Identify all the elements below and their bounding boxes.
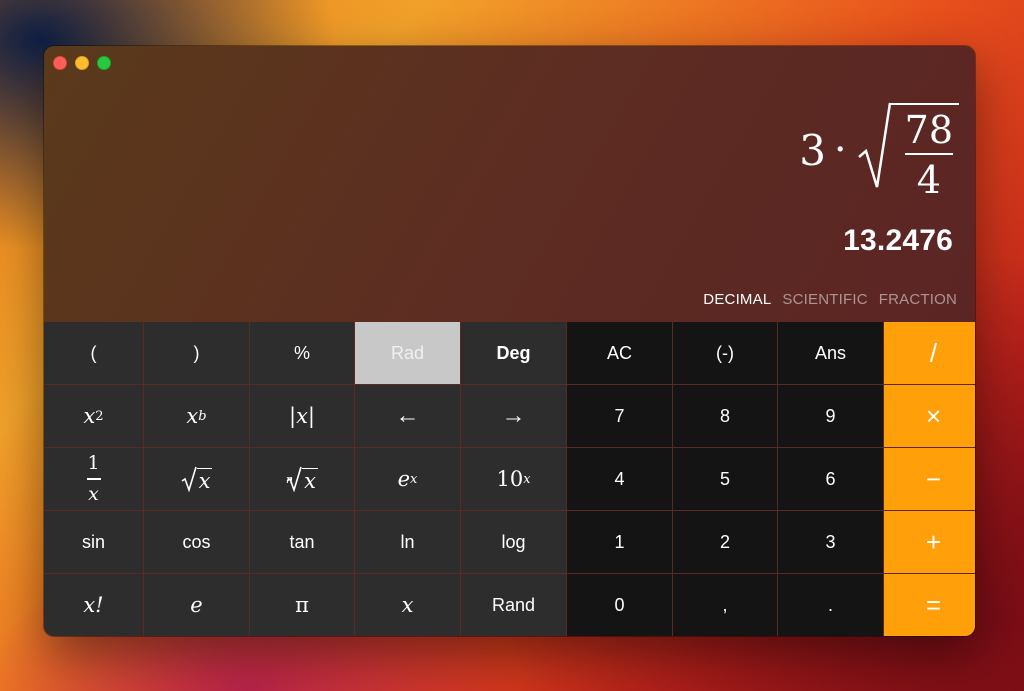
exp-key[interactable]: ex xyxy=(355,448,460,510)
digit-3-key[interactable]: 3 xyxy=(778,511,883,573)
power-base: x xyxy=(186,404,199,428)
power-key[interactable]: xb xyxy=(144,385,249,447)
power-of-ten-exponent: x xyxy=(523,471,531,487)
log-key[interactable]: log xyxy=(461,511,566,573)
result-value: 13.2476 xyxy=(843,224,953,257)
cursor-right-key[interactable]: → xyxy=(461,385,566,447)
subtract-key[interactable]: − xyxy=(884,448,975,510)
reciprocal-key[interactable]: 1 x xyxy=(44,448,143,510)
add-key[interactable]: + xyxy=(884,511,975,573)
ln-key[interactable]: ln xyxy=(355,511,460,573)
tan-key[interactable]: tan xyxy=(250,511,354,573)
absolute-value-key[interactable]: |x| xyxy=(250,385,354,447)
fraction-denominator: 4 xyxy=(916,158,941,202)
euler-constant-key[interactable]: e xyxy=(144,574,249,636)
equals-key[interactable]: = xyxy=(884,574,975,636)
percent-key[interactable]: % xyxy=(250,322,354,384)
expression-operator: · xyxy=(833,127,847,173)
rand-key[interactable]: Rand xyxy=(461,574,566,636)
reciprocal-fraction: 1 x xyxy=(86,452,101,505)
decimal-point-key[interactable]: . xyxy=(778,574,883,636)
calculator-display: 3 · 78 4 13.2476 DECIMAL SCIENTIFIC FRAC xyxy=(44,46,975,322)
power-exponent: b xyxy=(198,408,207,424)
rad-key[interactable]: Rad xyxy=(355,322,460,384)
sqrt-argument: x xyxy=(196,467,213,493)
exp-exponent: x xyxy=(410,471,418,487)
square-root-key[interactable]: x xyxy=(144,448,249,510)
negate-key[interactable]: (-) xyxy=(673,322,777,384)
digit-0-key[interactable]: 0 xyxy=(567,574,672,636)
digit-8-key[interactable]: 8 xyxy=(673,385,777,447)
ans-key[interactable]: Ans xyxy=(778,322,883,384)
reciprocal-bar xyxy=(86,478,101,480)
mode-scientific[interactable]: SCIENTIFIC xyxy=(782,291,867,308)
left-paren-key[interactable]: ( xyxy=(44,322,143,384)
factorial-key[interactable]: x! xyxy=(44,574,143,636)
cursor-left-key[interactable]: ← xyxy=(355,385,460,447)
digit-1-key[interactable]: 1 xyxy=(567,511,672,573)
power-of-ten-key[interactable]: 10 x xyxy=(461,448,566,510)
digit-2-key[interactable]: 2 xyxy=(673,511,777,573)
digit-6-key[interactable]: 6 xyxy=(778,448,883,510)
reciprocal-denominator: x xyxy=(88,482,99,505)
all-clear-key[interactable]: AC xyxy=(567,322,672,384)
mode-fraction[interactable]: FRACTION xyxy=(879,291,957,308)
nth-root-icon xyxy=(286,466,302,492)
multiply-key[interactable]: × xyxy=(884,385,975,447)
nth-root-argument: x xyxy=(302,467,318,493)
mode-decimal[interactable]: DECIMAL xyxy=(703,291,771,308)
reciprocal-numerator: 1 xyxy=(87,452,100,475)
pi-key[interactable]: π xyxy=(250,574,354,636)
digit-7-key[interactable]: 7 xyxy=(567,385,672,447)
expression-fraction: 78 4 xyxy=(901,111,957,199)
square-base: x xyxy=(83,404,96,428)
square-exponent: 2 xyxy=(95,408,104,424)
digit-5-key[interactable]: 5 xyxy=(673,448,777,510)
right-paren-key[interactable]: ) xyxy=(144,322,249,384)
keypad: ( ) % Rad Deg AC (-) Ans / x2 xb |x| ← →… xyxy=(44,322,975,636)
calculator-window: 3 · 78 4 13.2476 DECIMAL SCIENTIFIC FRAC xyxy=(44,46,975,636)
comma-key[interactable]: , xyxy=(673,574,777,636)
exp-base: e xyxy=(397,467,411,491)
digit-9-key[interactable]: 9 xyxy=(778,385,883,447)
square-key[interactable]: x2 xyxy=(44,385,143,447)
cos-key[interactable]: cos xyxy=(144,511,249,573)
divide-key[interactable]: / xyxy=(884,322,975,384)
sin-key[interactable]: sin xyxy=(44,511,143,573)
expression-coefficient: 3 xyxy=(799,125,826,175)
digit-4-key[interactable]: 4 xyxy=(567,448,672,510)
variable-x-key[interactable]: x xyxy=(355,574,460,636)
fraction-bar xyxy=(904,153,953,155)
radical-sign-icon xyxy=(857,102,891,188)
sqrt-icon xyxy=(181,466,197,492)
expression-display: 3 · 78 4 xyxy=(799,101,959,199)
sqrt-expression: 78 4 xyxy=(857,101,959,199)
power-of-ten-base: 10 xyxy=(496,467,524,491)
deg-key[interactable]: Deg xyxy=(461,322,566,384)
fraction-numerator: 78 xyxy=(904,108,953,152)
output-mode-selector: DECIMAL SCIENTIFIC FRACTION xyxy=(703,291,957,308)
nth-root-key[interactable]: n x xyxy=(250,448,354,510)
